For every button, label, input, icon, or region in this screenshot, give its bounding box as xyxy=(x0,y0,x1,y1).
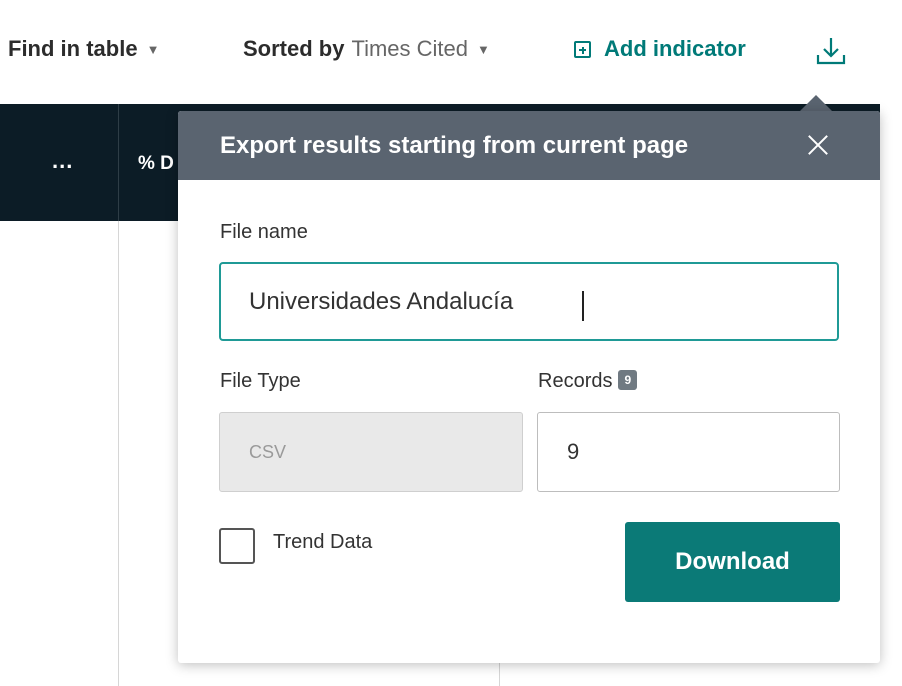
find-in-table-label: Find in table xyxy=(8,36,138,61)
column-divider xyxy=(118,221,119,686)
text-cursor xyxy=(582,291,584,321)
column-menu-header[interactable]: ... xyxy=(52,148,73,174)
export-dialog-title: Export results starting from current pag… xyxy=(220,132,689,159)
file-name-input[interactable] xyxy=(219,262,839,341)
close-icon[interactable] xyxy=(806,133,830,157)
column-divider xyxy=(118,104,119,221)
trend-data-checkbox[interactable] xyxy=(219,528,255,564)
export-dialog-header: Export results starting from current pag… xyxy=(178,111,880,180)
column-divider xyxy=(499,663,500,686)
add-indicator-button[interactable]: Add indicator xyxy=(574,36,746,62)
find-in-table-dropdown[interactable]: Find in table ▼ xyxy=(8,36,159,62)
records-label-group: Records 9 xyxy=(538,370,638,393)
download-button[interactable]: Download xyxy=(625,522,840,602)
toolbar: Find in table ▼ Sorted by Times Cited ▼ … xyxy=(0,0,902,104)
trend-data-label[interactable]: Trend Data xyxy=(273,531,372,554)
popup-pointer xyxy=(800,95,832,111)
file-name-label: File name xyxy=(220,221,308,243)
plus-square-icon xyxy=(574,40,591,58)
records-input[interactable] xyxy=(537,412,840,492)
file-type-label: File Type xyxy=(220,370,301,392)
file-type-select: CSV xyxy=(219,412,523,492)
sorted-by-label: Sorted by xyxy=(243,36,345,61)
records-label: Records xyxy=(538,370,613,392)
sort-dropdown[interactable]: Sorted by Times Cited ▼ xyxy=(243,36,490,62)
records-count-badge: 9 xyxy=(618,370,638,390)
chevron-down-icon: ▼ xyxy=(477,41,490,57)
export-dialog: Export results starting from current pag… xyxy=(178,111,880,663)
add-indicator-label: Add indicator xyxy=(604,36,746,61)
chevron-down-icon: ▼ xyxy=(146,41,160,57)
column-header-percent[interactable]: % D xyxy=(138,153,174,175)
sorted-by-value: Times Cited xyxy=(351,36,469,61)
download-icon[interactable] xyxy=(814,34,848,68)
